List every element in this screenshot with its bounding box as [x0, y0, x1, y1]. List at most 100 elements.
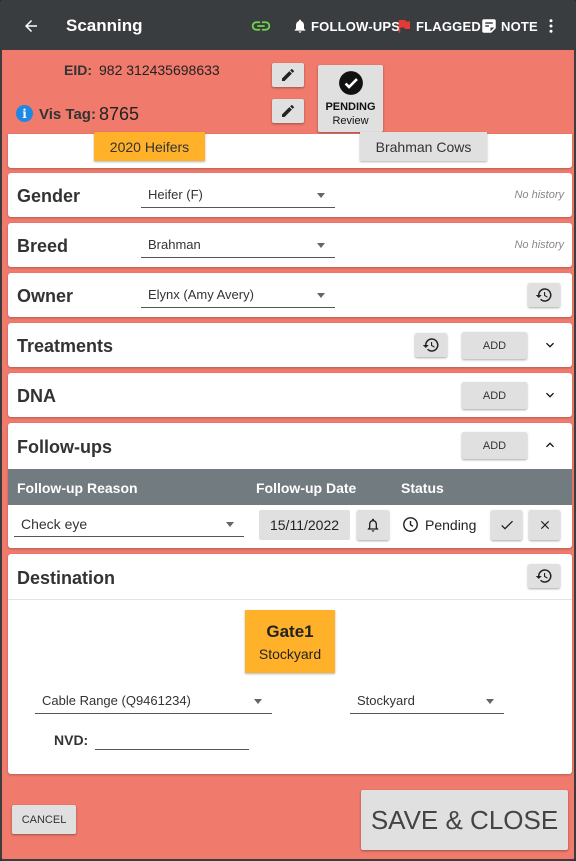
yard-value: Stockyard: [357, 693, 415, 708]
clock-icon: [403, 517, 418, 532]
gate-name: Gate1: [266, 621, 314, 641]
overflow-menu-button[interactable]: [542, 2, 560, 50]
followups-label: Follow-ups: [17, 437, 112, 457]
dna-expand-button[interactable]: [539, 384, 561, 406]
gender-row: Gender Heifer (F) No history: [8, 173, 572, 217]
remove-followup-button[interactable]: [529, 510, 560, 540]
pencil-icon: [282, 105, 294, 117]
flagged-button[interactable]: FLAGGED: [395, 2, 481, 50]
history-icon: [535, 569, 552, 583]
dna-row: DNA ADD: [8, 373, 572, 417]
complete-followup-button[interactable]: [491, 510, 522, 540]
nvd-input[interactable]: [95, 726, 249, 750]
more-vertical-icon: [549, 19, 553, 33]
back-button[interactable]: [22, 2, 40, 50]
dropdown-arrow-icon: [226, 522, 234, 527]
dropdown-arrow-icon: [317, 243, 325, 248]
check-icon: [500, 520, 513, 530]
flagged-label: FLAGGED: [416, 18, 481, 34]
breed-row: Breed Brahman No history: [8, 223, 572, 267]
gate-button[interactable]: Gate1 Stockyard: [245, 610, 335, 673]
chevron-down-icon: [546, 342, 554, 348]
followup-reminder-button[interactable]: [357, 510, 389, 540]
review-status-button[interactable]: PENDING Review: [318, 65, 383, 132]
link-icon: [251, 21, 271, 31]
breed-select[interactable]: Brahman: [141, 232, 335, 258]
column-header-reason: Follow-up Reason: [17, 480, 138, 496]
property-select[interactable]: Cable Range (Q9461234): [35, 688, 272, 714]
yard-select[interactable]: Stockyard: [350, 688, 504, 714]
add-treatment-button[interactable]: ADD: [462, 332, 527, 359]
treatments-expand-button[interactable]: [539, 334, 561, 356]
status-sub-label: Review: [332, 115, 369, 127]
breed-history-text: No history: [514, 239, 564, 251]
group-chip-selected[interactable]: 2020 Heifers: [94, 132, 205, 161]
cancel-button[interactable]: CANCEL: [12, 805, 76, 834]
gate-sub-label: Stockyard: [258, 645, 322, 662]
history-icon: [422, 338, 439, 352]
bell-outline-icon: [367, 518, 379, 532]
pencil-icon: [282, 69, 294, 81]
group-chip[interactable]: Brahman Cows: [360, 132, 487, 161]
flag-icon: [398, 20, 410, 33]
owner-select[interactable]: Elynx (Amy Avery): [141, 282, 335, 308]
status-main-label: PENDING: [325, 101, 376, 113]
dropdown-arrow-icon: [317, 293, 325, 298]
edit-vis-tag-button[interactable]: [272, 99, 304, 123]
eid-value: 982 312435698633: [99, 62, 220, 78]
info-icon[interactable]: i: [16, 105, 33, 122]
followup-reason-value: Check eye: [21, 515, 88, 532]
table-row: Check eye 15/11/2022 Pending: [8, 505, 572, 548]
followups-section: Follow-ups ADD Follow-up Reason Follow-u…: [8, 423, 572, 548]
vis-tag-label: Vis Tag:: [39, 106, 96, 123]
followups-collapse-button[interactable]: [539, 434, 561, 456]
destination-history-button[interactable]: [528, 564, 560, 588]
treatments-label: Treatments: [17, 336, 114, 356]
gender-value: Heifer (F): [148, 187, 203, 202]
edit-eid-button[interactable]: [272, 63, 304, 87]
vis-tag-value: 8765: [99, 104, 140, 124]
note-icon: [482, 19, 496, 33]
link-button[interactable]: [250, 2, 272, 50]
chevron-down-icon: [546, 392, 554, 398]
gender-history-text: No history: [514, 189, 564, 201]
check-circle-icon: [338, 71, 363, 95]
owner-value: Elynx (Amy Avery): [148, 287, 254, 302]
eid-label: EID:: [64, 62, 92, 78]
group-card: 2020 Heifers Brahman Cows: [8, 132, 572, 168]
chevron-up-icon: [546, 442, 554, 448]
close-icon: [540, 520, 549, 530]
followups-table-header: Follow-up Reason Follow-up Date Status: [8, 469, 572, 505]
nvd-label: NVD:: [54, 732, 89, 748]
back-arrow-icon: [25, 20, 37, 32]
dropdown-arrow-icon: [486, 699, 494, 704]
gender-label: Gender: [17, 186, 81, 206]
note-label: NOTE: [501, 18, 538, 34]
dropdown-arrow-icon: [317, 193, 325, 198]
owner-label: Owner: [17, 286, 74, 306]
followup-reason-select[interactable]: Check eye: [14, 511, 244, 537]
breed-value: Brahman: [148, 237, 201, 252]
followup-status: Pending: [425, 517, 477, 533]
add-dna-button[interactable]: ADD: [462, 382, 527, 409]
add-followup-button[interactable]: ADD: [462, 432, 527, 459]
column-header-status: Status: [401, 480, 444, 496]
followup-date-field[interactable]: 15/11/2022: [259, 510, 350, 540]
app-screen: Scanning FOLLOW-UPS FLAGGED NOTE EID: 98…: [0, 0, 576, 861]
app-bar: Scanning FOLLOW-UPS FLAGGED NOTE: [2, 2, 574, 50]
gender-select[interactable]: Heifer (F): [141, 182, 335, 208]
dropdown-arrow-icon: [254, 699, 262, 704]
column-header-date: Follow-up Date: [256, 480, 357, 496]
divider: [8, 599, 572, 600]
page-title: Scanning: [66, 16, 143, 35]
treatments-history-button[interactable]: [415, 333, 447, 357]
follow-ups-label: FOLLOW-UPS: [311, 18, 401, 34]
follow-ups-button[interactable]: FOLLOW-UPS: [292, 2, 400, 50]
owner-history-button[interactable]: [528, 283, 560, 307]
breed-label: Breed: [17, 236, 69, 256]
history-icon: [535, 288, 552, 302]
owner-row: Owner Elynx (Amy Avery): [8, 273, 572, 317]
note-button[interactable]: NOTE: [480, 2, 538, 50]
save-and-close-button[interactable]: SAVE & CLOSE: [361, 790, 568, 850]
destination-section: Destination Gate1 Stockyard Cable Range …: [8, 554, 572, 774]
